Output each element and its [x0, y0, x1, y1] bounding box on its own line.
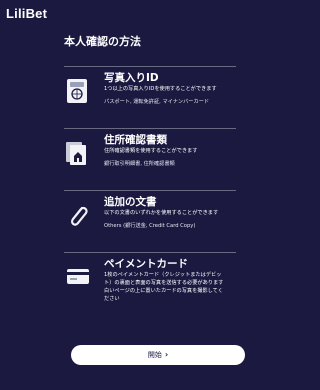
method-address-proof: 住所確認書類 住所確認書類を使用することができます 銀行取引明細書, 住所確認書…: [64, 128, 242, 188]
method-title: 写真入りID: [104, 72, 159, 84]
method-desc: 1つ以上の写真入りIDを使用することができます: [104, 86, 217, 92]
method-desc: 以下の文書のいずれかを使用することができます: [104, 210, 219, 216]
method-examples: 銀行取引明細書, 住所確認書類: [104, 161, 175, 167]
method-payment-card: ペイメントカード 1枚のペイメントカード（クレジットまたはデビッ ト）の裏面と表…: [64, 252, 242, 324]
chevron-right-icon: ›: [164, 350, 169, 359]
method-desc-line: ト）の裏面と表面の写真を送信する必要があります: [104, 280, 224, 286]
start-button-label: 開始: [147, 351, 162, 359]
brand-logo: LiliBet: [6, 6, 48, 21]
method-examples: Others (銀行送金, Credit Card Copy): [104, 223, 196, 229]
method-desc-line: 1枚のペイメントカード（クレジットまたはデビッ: [104, 272, 222, 278]
document-stack-icon: [64, 138, 92, 168]
method-title: 追加の文書: [104, 196, 157, 208]
method-title: ペイメントカード: [104, 258, 188, 270]
page-title: 本人確認の方法: [64, 35, 141, 48]
start-button[interactable]: 開始 ›: [71, 345, 245, 365]
method-examples: パスポート, 運転免許証, マイナンバーカード: [104, 99, 210, 105]
method-additional-docs: 追加の文書 以下の文書のいずれかを使用することができます Others (銀行送…: [64, 190, 242, 250]
paperclip-icon: [64, 200, 92, 230]
method-desc-line: ださい: [104, 296, 120, 302]
credit-card-icon: [64, 262, 92, 292]
method-title: 住所確認書類: [104, 134, 167, 146]
method-photo-id: 写真入りID 1つ以上の写真入りIDを使用することができます パスポート, 運転…: [64, 66, 242, 126]
method-desc-line: 白いページの上に置いたカードの写真を撮影してく: [104, 288, 223, 294]
passport-icon: [64, 76, 92, 106]
method-desc: 住所確認書類を使用することができます: [104, 148, 198, 154]
